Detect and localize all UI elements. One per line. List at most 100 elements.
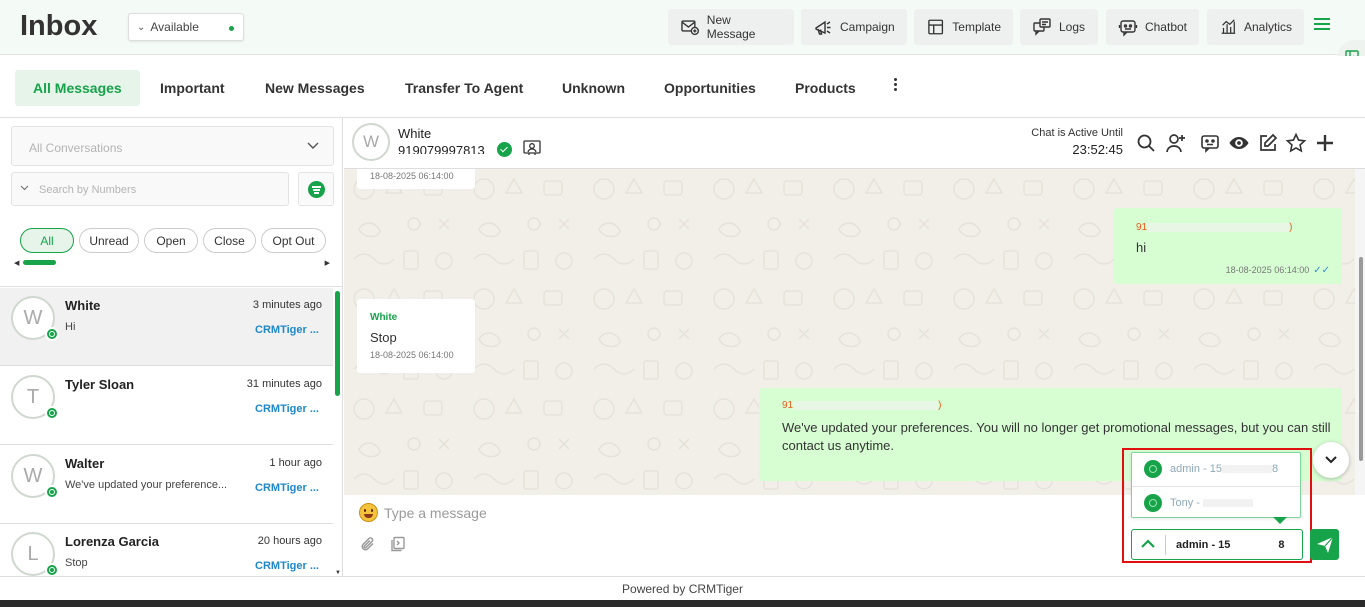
- conversation-time: 1 hour ago: [269, 457, 322, 469]
- scroll-thumb[interactable]: [1359, 257, 1363, 461]
- template-label: Template: [952, 20, 1001, 34]
- analytics-button[interactable]: Analytics: [1207, 9, 1304, 45]
- tab-all-messages[interactable]: All Messages: [15, 70, 140, 106]
- scroll-thumb[interactable]: [335, 291, 340, 396]
- add-user-icon[interactable]: [1165, 132, 1187, 154]
- chat-active-label: Chat is Active Until: [1031, 127, 1123, 139]
- new-message-icon: [681, 20, 699, 36]
- conversation-owner: CRMTiger ...: [255, 403, 319, 415]
- contact-card-icon[interactable]: [523, 140, 541, 156]
- contact-number: 919079997813: [398, 143, 485, 154]
- send-icon: [1316, 536, 1333, 553]
- pill-close[interactable]: Close: [203, 228, 256, 253]
- pill-open[interactable]: Open: [144, 228, 198, 253]
- conversation-owner: CRMTiger ...: [255, 482, 319, 494]
- contact-name: White: [398, 126, 432, 141]
- megaphone-icon: [815, 20, 831, 35]
- template-button[interactable]: Template: [914, 9, 1013, 45]
- chatbot-button[interactable]: Chatbot: [1106, 9, 1199, 45]
- hamburger-menu-icon[interactable]: [1314, 18, 1330, 32]
- chat-active-time: 23:52:45: [1072, 142, 1123, 157]
- campaign-button[interactable]: Campaign: [801, 9, 907, 45]
- verified-icon: [497, 142, 512, 157]
- message-sender: White: [370, 312, 398, 323]
- divider: [0, 286, 342, 287]
- sender-select[interactable]: admin - 15 8: [1131, 529, 1303, 560]
- filter-button[interactable]: [298, 172, 334, 206]
- sender-option-label: admin - 15 8: [1170, 463, 1279, 475]
- eye-icon[interactable]: [1228, 132, 1250, 154]
- conversation-preview: Hi: [65, 321, 76, 333]
- chevron-up-icon[interactable]: [1140, 538, 1156, 550]
- whatsapp-icon: [45, 406, 59, 420]
- sender-option[interactable]: admin - 15 8: [1132, 453, 1300, 485]
- top-bar: Inbox ⌄ Available New Message Campaign T…: [0, 0, 1365, 55]
- message-bubble-incoming: White Stop 18-08-2025 06:14:00: [357, 299, 475, 373]
- availability-select[interactable]: ⌄ Available: [128, 13, 244, 41]
- conversation-preview: We've updated your preference...: [65, 479, 228, 491]
- tab-transfer-to-agent[interactable]: Transfer To Agent: [387, 70, 541, 106]
- logs-icon: [1033, 18, 1051, 36]
- conversation-item[interactable]: T Tyler Sloan 31 minutes ago CRMTiger ..…: [0, 367, 333, 445]
- whatsapp-icon: [45, 563, 59, 576]
- pill-unread[interactable]: Unread: [79, 228, 139, 253]
- message-sender: 91): [1136, 222, 1292, 233]
- message-input[interactable]: [384, 503, 1084, 523]
- send-button[interactable]: [1310, 529, 1339, 560]
- sender-suffix: ): [938, 400, 942, 411]
- message-sender: 91): [782, 400, 941, 411]
- conversation-item[interactable]: L Lorenza Garcia 20 hours ago Stop CRMTi…: [0, 524, 333, 576]
- message-timestamp: 18-08-2025 06:14:00: [370, 171, 454, 181]
- chevron-down-icon: ⌄: [137, 21, 146, 33]
- pill-all[interactable]: All: [20, 228, 74, 253]
- pill-scrollbar[interactable]: ◀ ▶: [14, 259, 330, 267]
- chatbot-label: Chatbot: [1144, 20, 1187, 34]
- more-tabs-icon[interactable]: [887, 78, 903, 98]
- search-placeholder: Search by Numbers: [39, 184, 137, 196]
- analytics-label: Analytics: [1243, 20, 1292, 34]
- conversation-owner: CRMTiger ...: [255, 324, 319, 336]
- logs-button[interactable]: Logs: [1020, 9, 1098, 45]
- paperclip-icon[interactable]: [360, 536, 376, 552]
- logs-label: Logs: [1059, 20, 1086, 34]
- chevron-down-icon: [20, 185, 29, 191]
- conversation-owner: CRMTiger ...: [255, 560, 319, 572]
- search-input[interactable]: Search by Numbers: [11, 172, 289, 206]
- scroll-right-icon[interactable]: ▶: [325, 259, 330, 267]
- plus-icon[interactable]: [1314, 132, 1336, 154]
- tab-unknown[interactable]: Unknown: [544, 70, 643, 106]
- search-icon[interactable]: [1135, 132, 1157, 154]
- message-timestamp: 18-08-2025 06:14:00: [1225, 265, 1310, 275]
- emoji-icon[interactable]: [359, 503, 378, 522]
- edit-icon[interactable]: [1257, 132, 1279, 154]
- sender-suffix: ): [1289, 222, 1293, 233]
- scroll-to-bottom-button[interactable]: [1313, 442, 1349, 478]
- conversation-name: Lorenza Garcia: [65, 534, 159, 549]
- template-icon[interactable]: [390, 536, 406, 552]
- conversation-item[interactable]: W White 3 minutes ago Hi CRMTiger ...: [0, 288, 333, 366]
- dropdown-pointer: [1273, 517, 1287, 524]
- star-icon[interactable]: [1285, 132, 1307, 154]
- sender-option[interactable]: Tony -: [1132, 487, 1300, 519]
- filter-icon: [308, 181, 325, 198]
- conversation-item[interactable]: W Walter 1 hour ago We've updated your p…: [0, 446, 333, 524]
- sender-option-label: Tony -: [1170, 497, 1254, 509]
- chatbot-icon[interactable]: [1199, 132, 1221, 154]
- chat-scrollbar[interactable]: [1355, 169, 1365, 495]
- tab-opportunities[interactable]: Opportunities: [646, 70, 774, 106]
- conversation-scrollbar[interactable]: ▼: [334, 288, 342, 576]
- tab-new-messages[interactable]: New Messages: [247, 70, 383, 106]
- conversation-name: Walter: [65, 456, 105, 471]
- taskbar-strip: [0, 600, 1365, 607]
- conversation-filter-select[interactable]: All Conversations: [11, 126, 334, 166]
- message-timestamp: 18-08-2025 06:14:00: [370, 350, 454, 360]
- double-check-icon: ✓✓: [1313, 265, 1330, 276]
- new-message-button[interactable]: New Message: [668, 9, 794, 45]
- pill-scroll-thumb[interactable]: [23, 260, 56, 265]
- pill-opt-out[interactable]: Opt Out: [261, 228, 326, 253]
- campaign-label: Campaign: [840, 20, 895, 34]
- tab-products[interactable]: Products: [777, 70, 874, 106]
- tab-important[interactable]: Important: [142, 70, 243, 106]
- chat-header: W White 919079997813 Chat is Active Unti…: [344, 118, 1365, 169]
- scroll-left-icon[interactable]: ◀: [14, 259, 19, 267]
